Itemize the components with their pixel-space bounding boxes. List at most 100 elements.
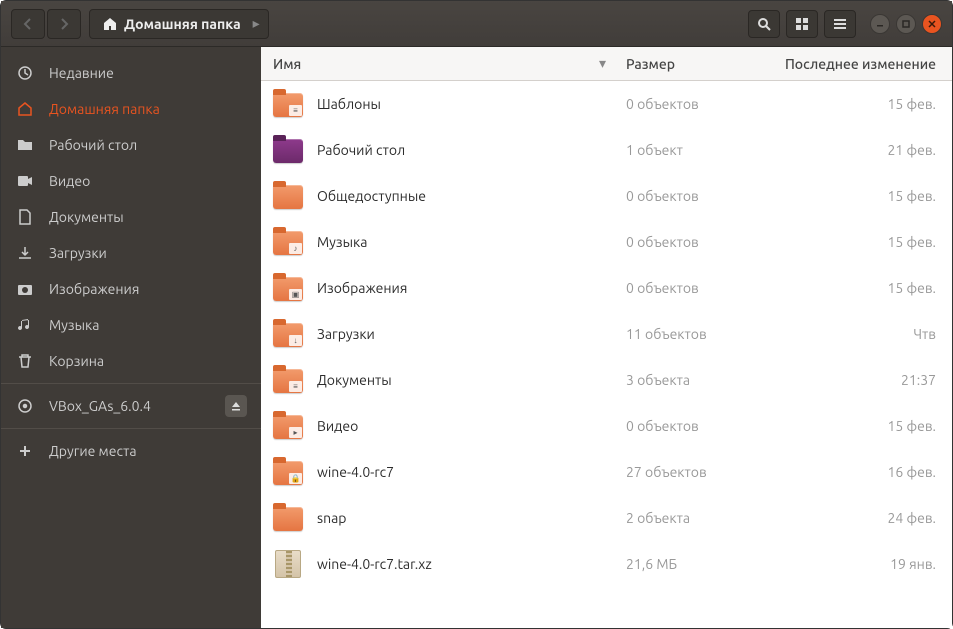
column-size[interactable]: Размер: [626, 56, 756, 72]
music-icon: [15, 317, 35, 333]
file-name: Документы: [317, 372, 626, 388]
back-button[interactable]: [11, 9, 45, 39]
file-name: Изображения: [317, 280, 626, 296]
file-row[interactable]: ▣ Изображения0 объектов15 фев.: [261, 265, 952, 311]
file-modified: Чтв: [756, 326, 936, 342]
file-size: 0 объектов: [626, 418, 756, 434]
sidebar-item-label: Домашняя папка: [49, 101, 160, 117]
eject-button[interactable]: [225, 395, 247, 417]
sidebar-item-label: Рабочий стол: [49, 137, 137, 153]
file-size: 0 объектов: [626, 280, 756, 296]
sidebar-item-trash[interactable]: Корзина: [1, 343, 261, 379]
file-size: 27 объектов: [626, 464, 756, 480]
folder-icon: [15, 137, 35, 153]
folder-icon: ↓: [273, 319, 307, 349]
file-row[interactable]: ≡ Шаблоны0 объектов15 фев.: [261, 81, 952, 127]
sidebar-item-downloads[interactable]: Загрузки: [1, 235, 261, 271]
sidebar-item-recent[interactable]: Недавние: [1, 55, 261, 91]
search-button[interactable]: [748, 10, 780, 38]
file-modified: 19 янв.: [756, 556, 936, 572]
file-name: Общедоступные: [317, 188, 626, 204]
sidebar-item-pictures[interactable]: Изображения: [1, 271, 261, 307]
file-modified: 21 фев.: [756, 142, 936, 158]
column-modified-label: Последнее изменение: [785, 56, 936, 72]
column-name[interactable]: Имя ▾: [273, 55, 626, 72]
file-name: Видео: [317, 418, 626, 434]
file-modified: 16 фев.: [756, 464, 936, 480]
file-row[interactable]: wine-4.0-rc7.tar.xz21,6 МБ19 янв.: [261, 541, 952, 587]
folder-icon: ▸: [273, 411, 307, 441]
close-button[interactable]: [922, 14, 942, 34]
file-size: 0 объектов: [626, 188, 756, 204]
disc-icon: [15, 398, 35, 414]
file-row[interactable]: Общедоступные0 объектов15 фев.: [261, 173, 952, 219]
sidebar-item-label: Другие места: [49, 443, 137, 459]
sidebar-item-desktop[interactable]: Рабочий стол: [1, 127, 261, 163]
sidebar-item-music[interactable]: Музыка: [1, 307, 261, 343]
sidebar-item-label: Корзина: [49, 353, 104, 369]
file-size: 21,6 МБ: [626, 556, 756, 572]
doc-icon: [15, 209, 35, 225]
plus-icon: [15, 443, 35, 459]
file-row[interactable]: 🔒 wine-4.0-rc727 объектов16 фев.: [261, 449, 952, 495]
sidebar-item-other[interactable]: Другие места: [1, 433, 261, 469]
file-name: Музыка: [317, 234, 626, 250]
archive-icon: [273, 549, 307, 579]
column-headers: Имя ▾ Размер Последнее изменение: [261, 47, 952, 81]
folder-icon: 🔒: [273, 457, 307, 487]
file-row[interactable]: snap2 объекта24 фев.: [261, 495, 952, 541]
sidebar-item-label: Документы: [49, 209, 124, 225]
sidebar-item-label: Загрузки: [49, 245, 107, 261]
file-modified: 15 фев.: [756, 234, 936, 250]
folder-purple-icon: [273, 135, 307, 165]
sidebar-item-label: Видео: [49, 173, 90, 189]
file-list: ≡Шаблоны0 объектов15 фев.Рабочий стол1 о…: [261, 81, 952, 628]
file-size: 0 объектов: [626, 96, 756, 112]
sidebar-item-label: VBox_GAs_6.0.4: [49, 398, 151, 414]
sidebar-separator: [1, 383, 261, 384]
file-row[interactable]: ♪Музыка0 объектов15 фев.: [261, 219, 952, 265]
file-name: Рабочий стол: [317, 142, 626, 158]
sidebar-item-label: Музыка: [49, 317, 99, 333]
sort-descending-icon: ▾: [599, 55, 606, 72]
view-grid-button[interactable]: [786, 10, 818, 38]
file-name: wine-4.0-rc7: [317, 464, 626, 480]
column-size-label: Размер: [626, 56, 675, 72]
sidebar-item-documents[interactable]: Документы: [1, 199, 261, 235]
folder-icon: ≡: [273, 365, 307, 395]
file-modified: 15 фев.: [756, 418, 936, 434]
file-row[interactable]: ▸ Видео0 объектов15 фев.: [261, 403, 952, 449]
sidebar-item-label: Недавние: [49, 65, 114, 81]
file-row[interactable]: ≡Документы3 объекта21:37: [261, 357, 952, 403]
camera-icon: [15, 281, 35, 297]
clock-icon: [15, 65, 35, 81]
maximize-button[interactable]: [896, 14, 916, 34]
trash-icon: [15, 353, 35, 369]
breadcrumb[interactable]: Домашняя папка ▸: [89, 9, 269, 39]
sidebar-item-vbox[interactable]: VBox_GAs_6.0.4: [1, 388, 261, 424]
file-name: snap: [317, 510, 626, 526]
minimize-button[interactable]: [870, 14, 890, 34]
sidebar-item-home[interactable]: Домашняя папка: [1, 91, 261, 127]
video-icon: [15, 173, 35, 189]
file-modified: 15 фев.: [756, 96, 936, 112]
file-name: wine-4.0-rc7.tar.xz: [317, 556, 626, 572]
sidebar-item-videos[interactable]: Видео: [1, 163, 261, 199]
file-row[interactable]: ↓Загрузки11 объектовЧтв: [261, 311, 952, 357]
breadcrumb-home[interactable]: Домашняя папка: [94, 16, 249, 32]
sidebar-separator: [1, 428, 261, 429]
sidebar-item-label: Изображения: [49, 281, 139, 297]
download-icon: [15, 245, 35, 261]
folder-icon: ≡: [273, 89, 307, 119]
folder-icon: ▣: [273, 273, 307, 303]
file-name: Шаблоны: [317, 96, 626, 112]
file-modified: 15 фев.: [756, 280, 936, 296]
folder-icon: [273, 503, 307, 533]
file-size: 0 объектов: [626, 234, 756, 250]
file-row[interactable]: Рабочий стол1 объект21 фев.: [261, 127, 952, 173]
main-content: Имя ▾ Размер Последнее изменение ≡ Шаблон…: [261, 47, 952, 628]
breadcrumb-label: Домашняя папка: [124, 16, 241, 32]
menu-button[interactable]: [824, 10, 856, 38]
column-modified[interactable]: Последнее изменение: [756, 56, 936, 72]
forward-button[interactable]: [47, 9, 81, 39]
